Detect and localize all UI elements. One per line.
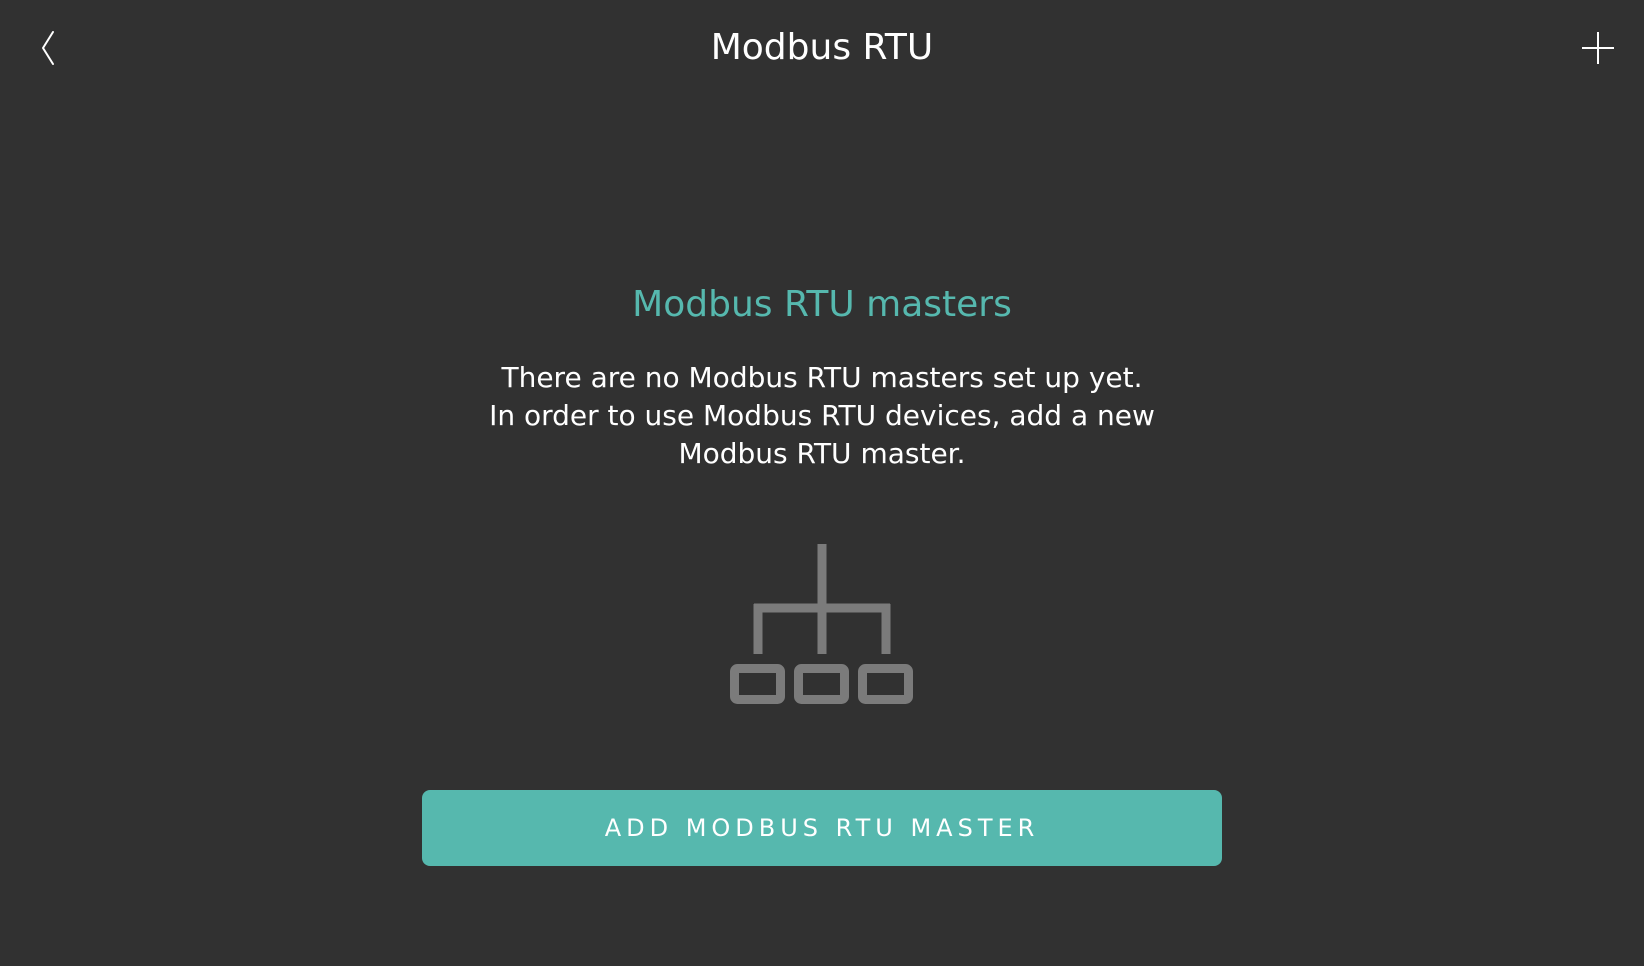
- description-line: In order to use Modbus RTU devices, add …: [489, 399, 1155, 432]
- add-modbus-rtu-master-button[interactable]: ADD MODBUS RTU MASTER: [422, 790, 1222, 866]
- section-title: Modbus RTU masters: [632, 284, 1012, 325]
- description-line: There are no Modbus RTU masters set up y…: [501, 361, 1143, 394]
- page-title: Modbus RTU: [710, 27, 934, 68]
- empty-state-description: There are no Modbus RTU masters set up y…: [422, 359, 1222, 473]
- add-button[interactable]: [1574, 24, 1622, 72]
- app-header: Modbus RTU: [0, 0, 1644, 96]
- description-line: Modbus RTU master.: [678, 437, 966, 470]
- network-hierarchy-icon: [730, 544, 913, 704]
- plus-icon: [1582, 32, 1614, 64]
